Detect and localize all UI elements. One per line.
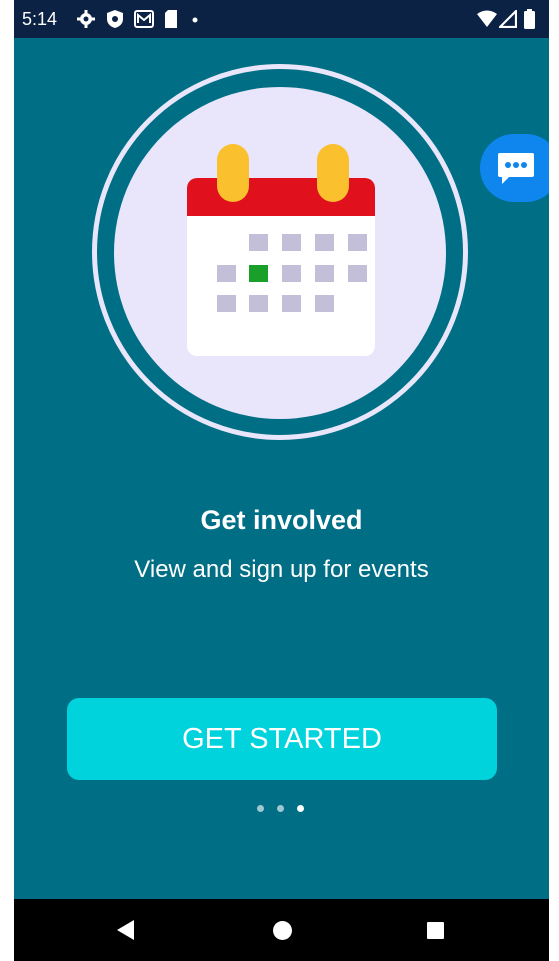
wifi-icon [477,10,497,27]
page-dot [297,805,304,812]
shield-icon [107,10,123,28]
calendar-icon [187,144,375,356]
chat-button[interactable] [480,134,549,202]
navigation-bar [14,899,549,961]
recents-icon[interactable] [427,922,444,939]
status-bar: 5:14 [14,0,549,38]
status-time: 5:14 [22,9,58,29]
page-indicator [257,805,307,817]
mail-icon [134,10,154,28]
app-screen: 5:14 Get involved View and sign up for e… [14,0,549,961]
onboarding-subtitle: View and sign up for events [134,556,429,583]
chat-bubble-icon [498,153,534,184]
get-started-button[interactable]: GET STARTED [67,698,497,780]
onboarding-title: Get involved [200,505,363,535]
page-dot [277,805,284,812]
signal-icon [499,10,517,28]
calendar-highlight-day [249,265,268,282]
home-icon[interactable] [273,921,292,940]
back-icon[interactable] [117,920,135,940]
dot-icon [192,17,198,23]
page-dot [257,805,264,812]
settings-icon [77,10,95,28]
battery-icon [524,9,535,29]
status-icons-right [469,9,539,29]
sim-card-icon [165,10,177,28]
